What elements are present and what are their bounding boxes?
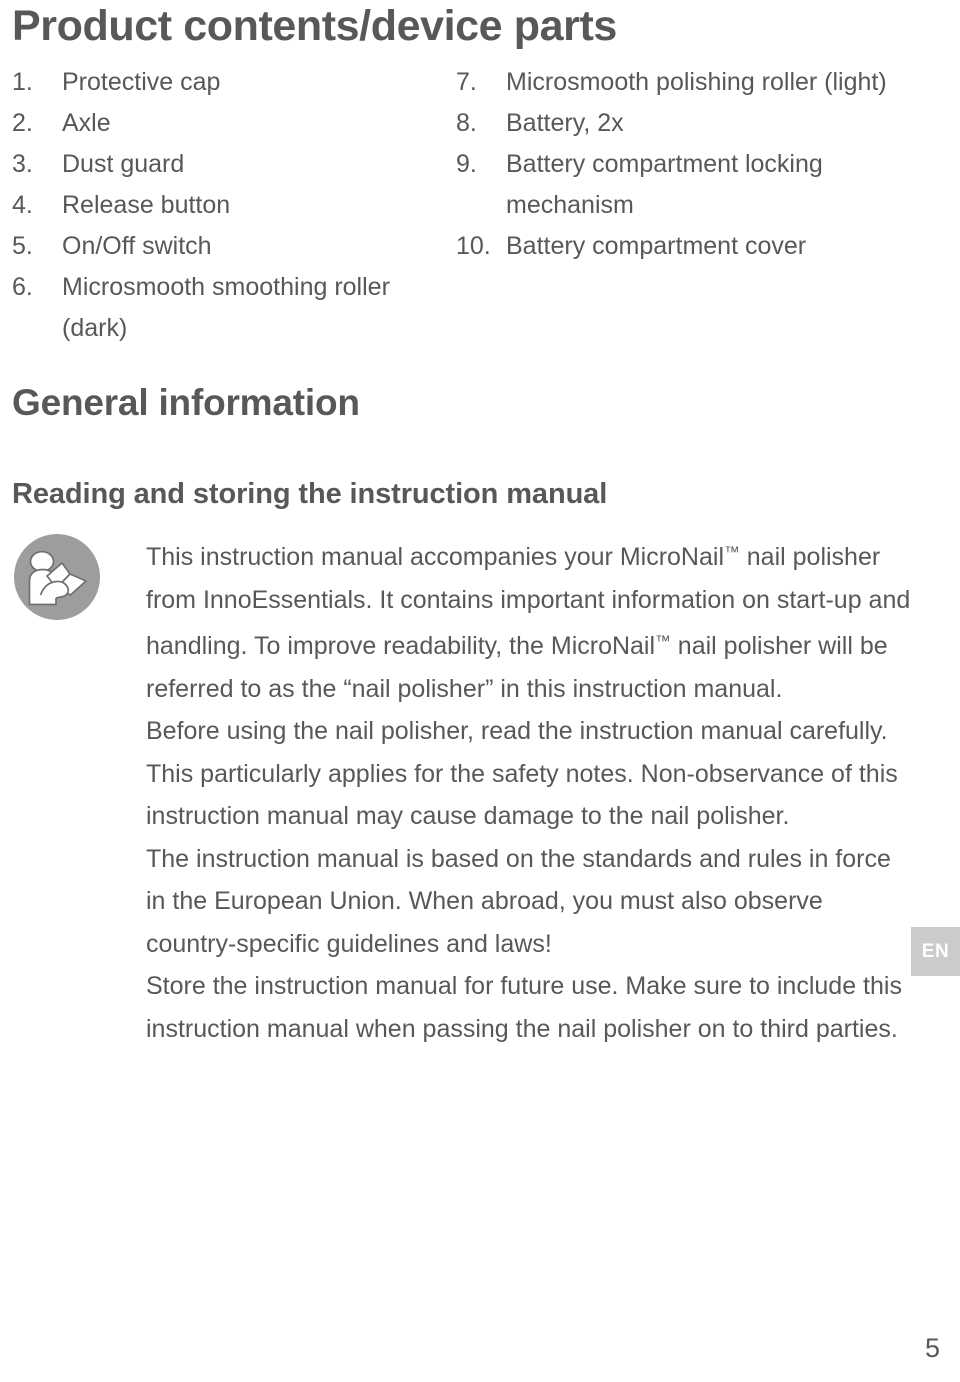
list-item-label: Dust guard bbox=[62, 150, 185, 178]
list-item: 1. Protective cap bbox=[12, 62, 432, 103]
list-item-label: Microsmooth polishing roller (light) bbox=[506, 68, 887, 96]
paragraph-4: Store the instruction manual for future … bbox=[146, 972, 902, 1043]
list-item: 5. On/Off switch bbox=[12, 226, 432, 267]
read-manual-icon bbox=[13, 533, 101, 621]
list-item-number: 10. bbox=[456, 232, 491, 260]
list-item-label: Release button bbox=[62, 191, 231, 219]
list-item-number: 9. bbox=[456, 150, 477, 178]
page-number: 5 bbox=[924, 1333, 940, 1363]
list-item-label: Axle bbox=[62, 109, 111, 137]
list-item-number: 2. bbox=[12, 109, 33, 137]
list-item: 6. Microsmooth smoothing roller (dark) bbox=[12, 267, 432, 349]
manual-page: Product contents/device parts 1. Protect… bbox=[0, 0, 960, 1382]
list-item: 10. Battery compartment cover bbox=[456, 226, 936, 267]
list-item-label: Battery, 2x bbox=[506, 109, 624, 137]
list-item: 7. Microsmooth polishing roller (light) bbox=[456, 62, 936, 103]
list-item-number: 6. bbox=[12, 273, 33, 301]
trademark-symbol: ™ bbox=[655, 633, 671, 651]
list-item-number: 5. bbox=[12, 232, 33, 260]
paragraph-2: Before using the nail polisher, read the… bbox=[146, 717, 898, 831]
list-item-label: Battery compartment locking mechanism bbox=[506, 150, 823, 219]
list-item: 4. Release button bbox=[12, 185, 432, 226]
language-tab-en: EN bbox=[911, 927, 960, 976]
list-item-number: 4. bbox=[12, 191, 33, 219]
section-heading-general-information: General information bbox=[12, 382, 360, 423]
parts-column-left: 1. Protective cap 2. Axle 3. Dust guard … bbox=[12, 62, 432, 349]
list-item: 3. Dust guard bbox=[12, 144, 432, 185]
trademark-symbol: ™ bbox=[724, 544, 740, 561]
list-item-number: 1. bbox=[12, 68, 33, 96]
list-item: 9. Battery compartment locking mechanism bbox=[456, 144, 936, 226]
list-item-label: Microsmooth smoothing roller (dark) bbox=[62, 273, 390, 342]
list-item-number: 8. bbox=[456, 109, 477, 137]
list-item: 8. Battery, 2x bbox=[456, 103, 936, 144]
page-title: Product contents/device parts bbox=[12, 2, 617, 50]
paragraph-1-part-a: This instruction manual accompanies your… bbox=[146, 543, 725, 572]
body-text: This instruction manual accompanies your… bbox=[146, 532, 916, 1050]
parts-column-right: 7. Microsmooth polishing roller (light) … bbox=[456, 62, 936, 267]
list-item: 2. Axle bbox=[12, 103, 432, 144]
paragraph-3: The instruction manual is based on the s… bbox=[146, 844, 891, 958]
list-item-number: 3. bbox=[12, 150, 33, 178]
list-item-number: 7. bbox=[456, 68, 477, 96]
list-item-label: Protective cap bbox=[62, 68, 221, 96]
paragraph-1: This instruction manual accompanies your… bbox=[146, 532, 916, 710]
subsection-heading-reading-and-storing: Reading and storing the instruction manu… bbox=[12, 478, 608, 510]
list-item-label: Battery compartment cover bbox=[506, 232, 807, 260]
list-item-label: On/Off switch bbox=[62, 232, 212, 260]
